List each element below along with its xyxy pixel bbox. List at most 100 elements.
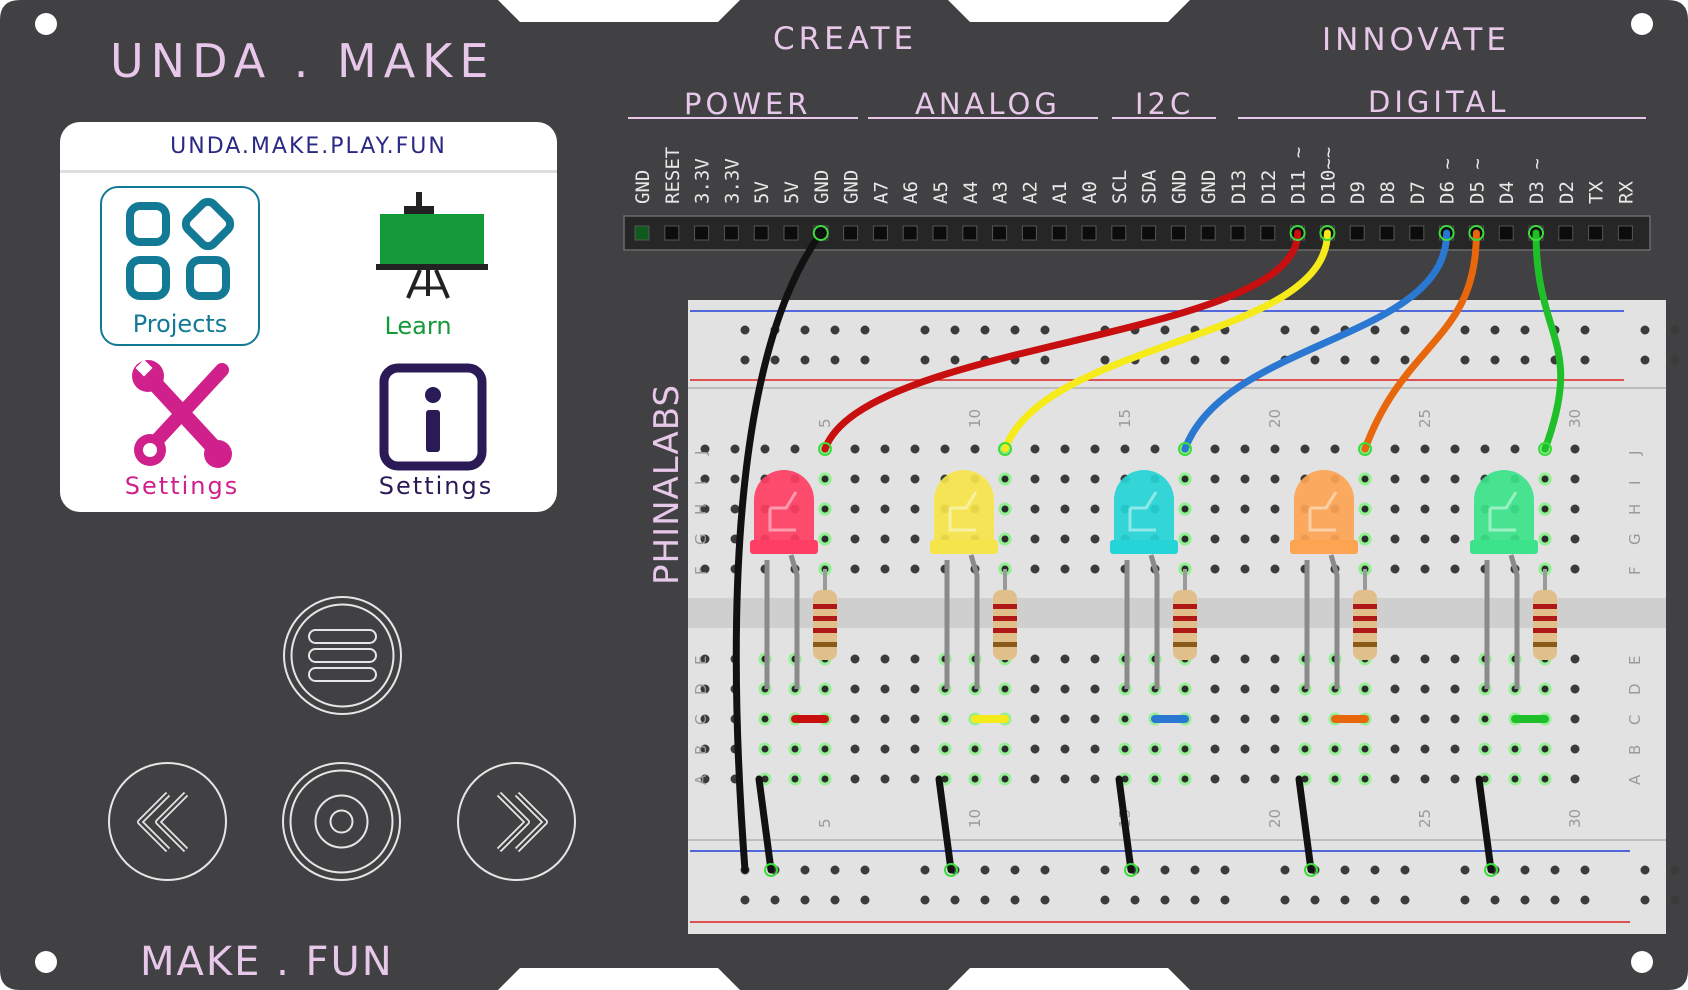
breadboard-hole-core (1331, 775, 1339, 783)
breadboard-hole (1520, 325, 1530, 335)
breadboard-hole (1390, 744, 1400, 754)
breadboard-hole (1450, 474, 1460, 484)
breadboard-hole (800, 865, 810, 875)
menu-icon (290, 603, 395, 708)
breadboard-hole (920, 325, 930, 335)
breadboard-hole-core (1001, 775, 1009, 783)
column-number: 15 (1116, 409, 1134, 428)
breadboard-hole (1490, 895, 1500, 905)
breadboard-hole (1160, 355, 1170, 365)
breadboard-hole (1010, 325, 1020, 335)
breadboard-hole (1370, 325, 1380, 335)
info-icon (379, 363, 487, 471)
breadboard-hole (1010, 895, 1020, 905)
breadboard-hole (950, 355, 960, 365)
breadboard-hole (1210, 744, 1220, 754)
column-number: 10 (966, 409, 984, 428)
breadboard-hole (1670, 865, 1680, 875)
learn-tile[interactable]: Learn (330, 192, 510, 352)
lcd-screen: UNDA.MAKE.PLAY.FUN Projects Learn Settin… (60, 122, 557, 512)
menu-button[interactable] (283, 596, 402, 715)
screen-title: UNDA.MAKE.PLAY.FUN (170, 134, 447, 159)
breadboard-hole (1670, 325, 1680, 335)
breadboard-hole (1450, 564, 1460, 574)
breadboard-hole (1060, 474, 1070, 484)
breadboard-hole (1490, 325, 1500, 335)
breadboard-hole (1270, 474, 1280, 484)
breadboard-hole (1210, 564, 1220, 574)
breadboard-hole-core (821, 685, 829, 693)
breadboard-hole (1090, 444, 1100, 454)
breadboard-hole (1030, 474, 1040, 484)
breadboard-hole (1240, 714, 1250, 724)
breadboard-hole (860, 355, 870, 365)
breadboard-hole (1450, 774, 1460, 784)
breadboard-hole (1570, 444, 1580, 454)
projects-tile[interactable]: Projects (100, 186, 260, 346)
breadboard-hole (1190, 865, 1200, 875)
breadboard-hole (1420, 744, 1430, 754)
breadboard-hole (790, 444, 800, 454)
breadboard-hole (1570, 504, 1580, 514)
breadboard-hole (1030, 714, 1040, 724)
settings-tools-tile[interactable]: Settings (120, 360, 280, 510)
breadboard-hole (1220, 355, 1230, 365)
breadboard-hole (1210, 774, 1220, 784)
breadboard-hole (1090, 564, 1100, 574)
breadboard-hole (850, 654, 860, 664)
select-button[interactable] (282, 762, 401, 881)
breadboard-hole (1220, 895, 1230, 905)
projects-label: Projects (132, 310, 228, 338)
row-letter: H (1626, 504, 1644, 515)
breadboard-hole (910, 714, 920, 724)
breadboard-hole (730, 474, 740, 484)
breadboard-hole-core (821, 475, 829, 483)
breadboard-hole (1570, 714, 1580, 724)
resistor-band (813, 642, 837, 647)
breadboard-hole (860, 895, 870, 905)
breadboard-hole (1030, 654, 1040, 664)
breadboard-hole (1400, 325, 1410, 335)
breadboard-hole (1040, 355, 1050, 365)
breadboard-hole-core (1181, 535, 1189, 543)
breadboard-hole (880, 564, 890, 574)
row-letter: J (1626, 451, 1644, 456)
breadboard-hole (1270, 504, 1280, 514)
breadboard-hole (1280, 895, 1290, 905)
settings-info-tile[interactable]: Settings (378, 362, 518, 512)
previous-button[interactable] (108, 762, 227, 881)
breadboard-hole (1580, 355, 1590, 365)
row-letter: D (1626, 683, 1644, 695)
breadboard-hole (910, 504, 920, 514)
breadboard-hole (920, 355, 930, 365)
breadboard-hole (1570, 534, 1580, 544)
breadboard-hole (1150, 444, 1160, 454)
breadboard-hole-core (1151, 745, 1159, 753)
breadboard-hole (1520, 355, 1530, 365)
breadboard-hole-core (1181, 505, 1189, 513)
screen-divider (60, 170, 557, 173)
breadboard-hole (1420, 474, 1430, 484)
breadboard-hole (1670, 895, 1680, 905)
next-button[interactable] (457, 762, 576, 881)
resistor-band (1533, 642, 1557, 647)
breadboard-hole (1120, 444, 1130, 454)
breadboard-hole (1520, 895, 1530, 905)
breadboard-hole (1090, 714, 1100, 724)
resistor-band (1353, 628, 1377, 633)
breadboard-hole-core (761, 715, 769, 723)
breadboard-hole (1270, 684, 1280, 694)
breadboard-hole-core (761, 745, 769, 753)
breadboard-hole (1100, 895, 1110, 905)
column-number: 25 (1416, 409, 1434, 428)
breadboard-hole (1670, 355, 1680, 365)
breadboard-hole (1460, 325, 1470, 335)
breadboard-hole (920, 895, 930, 905)
breadboard-hole (1460, 355, 1470, 365)
breadboard-hole (850, 564, 860, 574)
resistor-band (1533, 628, 1557, 633)
breadboard-hole (910, 444, 920, 454)
resistor-band (1353, 616, 1377, 621)
breadboard-hole (1400, 355, 1410, 365)
breadboard-hole-core (971, 775, 979, 783)
